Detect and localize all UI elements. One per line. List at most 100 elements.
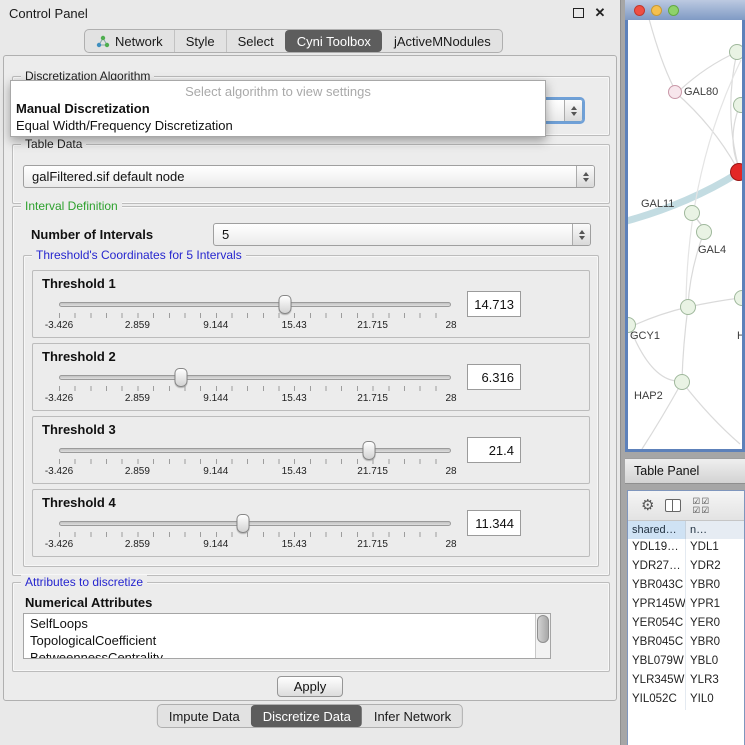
network-window-titlebar[interactable] bbox=[625, 0, 745, 20]
slider-ticks bbox=[59, 386, 451, 391]
gear-icon[interactable]: ⚙ bbox=[641, 498, 654, 513]
column-header-name[interactable]: n… bbox=[686, 521, 744, 539]
slider-scale-labels: -3.4262.8599.14415.4321.71528 bbox=[59, 393, 451, 405]
table-row[interactable]: YBL079WYBL0 bbox=[628, 653, 744, 672]
table-row[interactable]: YER054CYER0 bbox=[628, 615, 744, 634]
cell-name: YER0 bbox=[686, 615, 744, 634]
slider-track[interactable] bbox=[59, 448, 451, 453]
threshold-1-slider[interactable]: -3.4262.8599.14415.4321.71528 bbox=[59, 297, 451, 335]
threshold-1-value-field[interactable]: 14.713 bbox=[467, 291, 521, 317]
select-columns-icon[interactable]: ☑ ☑ ☑ ☑ bbox=[692, 497, 710, 515]
tick-label: 28 bbox=[445, 393, 456, 404]
dropdown-placeholder-option[interactable]: Select algorithm to view settings bbox=[11, 83, 545, 100]
table-row[interactable]: YDL19…YDL1 bbox=[628, 539, 744, 558]
table-row[interactable]: YLR345WYLR3 bbox=[628, 672, 744, 691]
table-row[interactable]: YIL052CYIL0 bbox=[628, 691, 744, 710]
network-node[interactable] bbox=[668, 85, 682, 99]
tick-label: 28 bbox=[445, 466, 456, 477]
slider-track[interactable] bbox=[59, 521, 451, 526]
scrollbar-thumb[interactable] bbox=[537, 615, 549, 643]
float-icon bbox=[573, 8, 584, 18]
slider-thumb[interactable] bbox=[174, 368, 187, 387]
slider-thumb[interactable] bbox=[362, 441, 375, 460]
slider-track[interactable] bbox=[59, 375, 451, 380]
node-label: GAL11 bbox=[641, 198, 674, 210]
float-window-button[interactable] bbox=[570, 5, 586, 21]
threshold-2-panel: Threshold 2 -3.4262.8599.14415.4321.7152… bbox=[32, 343, 590, 411]
interval-definition-group: Interval Definition Number of Intervals … bbox=[12, 206, 610, 576]
column-header-shared-name[interactable]: shared… bbox=[628, 521, 686, 539]
cell-shared-name: YBR043C bbox=[628, 577, 686, 596]
network-node[interactable] bbox=[684, 205, 700, 221]
tab-discretize-data[interactable]: Discretize Data bbox=[251, 705, 362, 727]
tab-style[interactable]: Style bbox=[174, 30, 226, 52]
network-node-selected[interactable] bbox=[730, 163, 742, 181]
close-window-button[interactable]: ✕ bbox=[592, 5, 608, 21]
slider-ticks bbox=[59, 532, 451, 537]
dropdown-option-equal-width-frequency[interactable]: Equal Width/Frequency Discretization bbox=[11, 117, 545, 134]
apply-button[interactable]: Apply bbox=[277, 676, 343, 697]
tick-label: -3.426 bbox=[45, 539, 73, 550]
numerical-attributes-label: Numerical Attributes bbox=[25, 595, 152, 610]
app-root: Control Panel ✕ Network Style Select Cyn… bbox=[0, 0, 745, 745]
tab-network[interactable]: Network bbox=[85, 30, 174, 52]
group-title: Interval Definition bbox=[21, 199, 122, 213]
table-data-select[interactable]: galFiltered.sif default node bbox=[23, 165, 595, 188]
attribute-list-item[interactable]: SelfLoops bbox=[30, 615, 550, 632]
numerical-attributes-list[interactable]: SelfLoopsTopologicalCoefficientBetweenne… bbox=[23, 613, 551, 659]
zoom-traffic-light[interactable] bbox=[668, 5, 679, 16]
network-node[interactable] bbox=[696, 224, 712, 240]
table-browser-window: ⚙ ☑ ☑ ☑ ☑ shared… n… YDL19…YDL1YDR27…YDR… bbox=[627, 490, 745, 745]
attribute-list-item[interactable]: TopologicalCoefficient bbox=[30, 632, 550, 649]
tick-label: 2.859 bbox=[125, 539, 150, 550]
close-traffic-light[interactable] bbox=[634, 5, 645, 16]
num-intervals-select[interactable]: 5 bbox=[213, 223, 591, 246]
table-row[interactable]: YPR145WYPR1 bbox=[628, 596, 744, 615]
tab-infer-network[interactable]: Infer Network bbox=[362, 705, 462, 727]
dropdown-option-manual-discretization[interactable]: Manual Discretization bbox=[11, 100, 545, 117]
attribute-list-item[interactable]: BetweennessCentrality bbox=[30, 649, 550, 659]
bottom-tab-bar: Impute Data Discretize Data Infer Networ… bbox=[157, 704, 463, 728]
columns-icon[interactable] bbox=[665, 499, 681, 512]
tab-impute-data[interactable]: Impute Data bbox=[158, 705, 251, 727]
list-scrollbar[interactable] bbox=[535, 614, 550, 658]
node-label: H bbox=[737, 330, 742, 342]
table-toolbar: ⚙ ☑ ☑ ☑ ☑ bbox=[628, 491, 744, 521]
tab-select[interactable]: Select bbox=[226, 30, 285, 52]
threshold-label: Threshold 3 bbox=[42, 422, 116, 437]
network-node[interactable] bbox=[680, 299, 696, 315]
tab-jactivemnodules[interactable]: jActiveMNodules bbox=[382, 30, 502, 52]
tab-cyni-toolbox[interactable]: Cyni Toolbox bbox=[285, 30, 382, 52]
slider-thumb[interactable] bbox=[279, 295, 292, 314]
cell-name: YPR1 bbox=[686, 596, 744, 615]
network-node[interactable] bbox=[729, 44, 742, 60]
tick-label: 21.715 bbox=[357, 320, 388, 331]
tick-label: 28 bbox=[445, 539, 456, 550]
minimize-traffic-light[interactable] bbox=[651, 5, 662, 16]
network-node[interactable] bbox=[674, 374, 690, 390]
threshold-3-value-field[interactable]: 21.4 bbox=[467, 437, 521, 463]
table-row[interactable]: YDR27…YDR2 bbox=[628, 558, 744, 577]
network-canvas[interactable]: GAL80 GAL11 GAL4 GCY1 HAP2 H bbox=[628, 20, 742, 449]
threshold-3-slider[interactable]: -3.4262.8599.14415.4321.71528 bbox=[59, 443, 451, 481]
cell-name: YIL0 bbox=[686, 691, 744, 710]
table-row[interactable]: YBR045CYBR0 bbox=[628, 634, 744, 653]
threshold-2-slider[interactable]: -3.4262.8599.14415.4321.71528 bbox=[59, 370, 451, 408]
threshold-label: Threshold 1 bbox=[42, 276, 116, 291]
threshold-4-slider[interactable]: -3.4262.8599.14415.4321.71528 bbox=[59, 516, 451, 554]
threshold-2-value-field[interactable]: 6.316 bbox=[467, 364, 521, 390]
tick-label: 15.43 bbox=[282, 466, 307, 477]
cell-name: YBR0 bbox=[686, 577, 744, 596]
slider-track[interactable] bbox=[59, 302, 451, 307]
threshold-4-value-field[interactable]: 11.344 bbox=[467, 510, 521, 536]
table-panel-header[interactable]: Table Panel bbox=[625, 458, 745, 484]
table-row[interactable]: YBR043CYBR0 bbox=[628, 577, 744, 596]
cyni-toolbox-panel: Discretization Algorithm Table Data galF… bbox=[3, 55, 617, 701]
network-node[interactable] bbox=[733, 97, 742, 113]
slider-thumb[interactable] bbox=[237, 514, 250, 533]
list-items: SelfLoopsTopologicalCoefficientBetweenne… bbox=[24, 614, 550, 659]
table-header-row: shared… n… bbox=[628, 521, 744, 540]
cell-name: YLR3 bbox=[686, 672, 744, 691]
cell-name: YBR0 bbox=[686, 634, 744, 653]
tab-label: Network bbox=[115, 34, 163, 49]
